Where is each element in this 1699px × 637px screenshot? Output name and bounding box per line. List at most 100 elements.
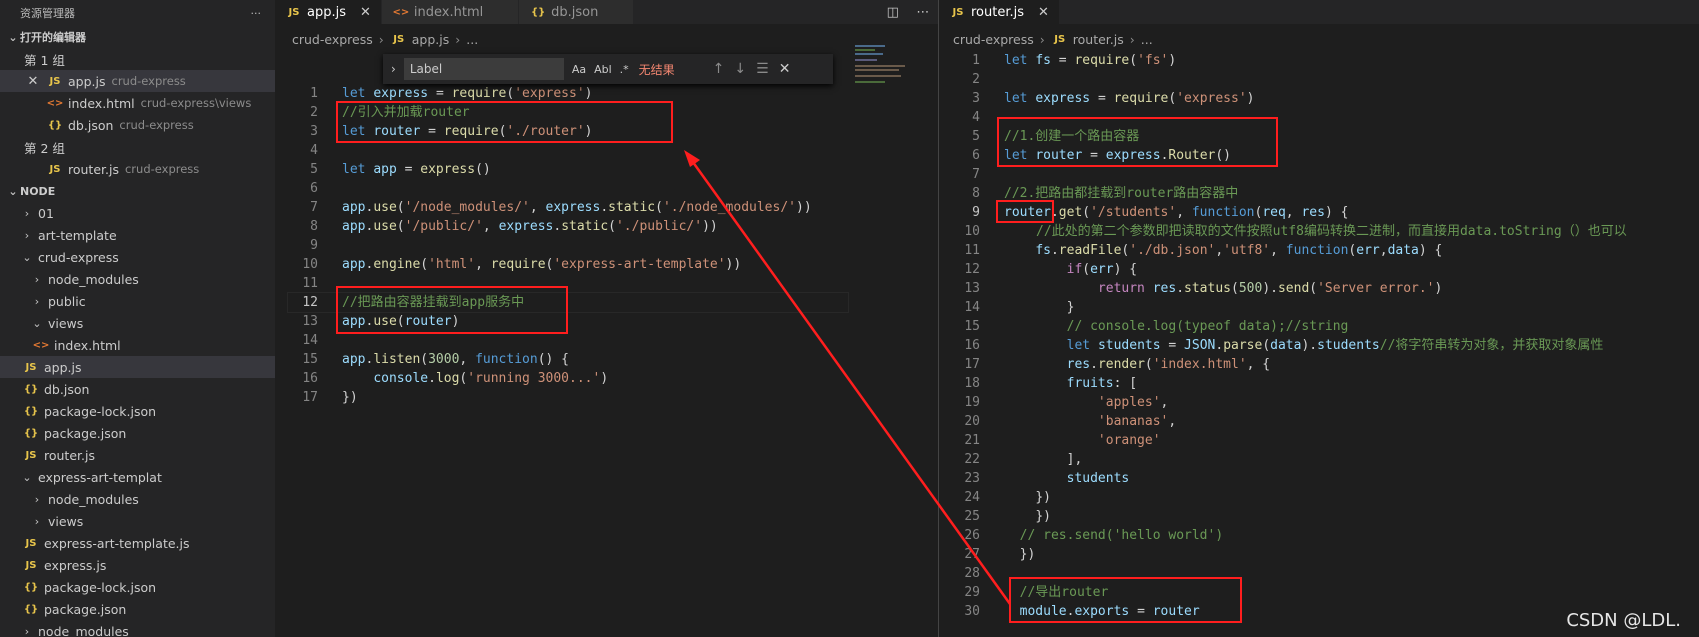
chevron-down-icon: ⌄ [8, 30, 18, 44]
breadcrumb-file[interactable]: app.js [412, 32, 450, 47]
json-file-icon: {} [23, 405, 39, 417]
code-line: 12 if(err) { [964, 262, 1138, 277]
tree-file-express-js[interactable]: JS express.js [0, 554, 275, 576]
tree-file-package-json[interactable]: {} package.json [0, 422, 275, 444]
tree-folder-public[interactable]: › public [0, 290, 275, 312]
more-actions-icon[interactable]: ⋯ [916, 5, 929, 20]
match-case-toggle[interactable]: Aa [572, 63, 586, 76]
tab-router-js[interactable]: JS router.js ✕ [939, 0, 1060, 24]
minimap[interactable] [855, 45, 925, 95]
tree-folder-01[interactable]: › 01 [0, 202, 275, 224]
chevron-down-icon: ⌄ [32, 316, 42, 330]
code-line: 17}) [302, 390, 358, 405]
open-editor-router-js[interactable]: JS router.js crud-express [0, 158, 275, 180]
node-section[interactable]: ⌄ NODE [0, 180, 275, 202]
code-line: 4 [310, 143, 318, 158]
tree-folder-views-2[interactable]: › views [0, 510, 275, 532]
find-widget: › Label Aa Abl .* 无结果 ↑ ↓ ☰ ✕ [383, 54, 833, 84]
code-line: 10 app.engine('html', require('express-ar… [302, 257, 742, 272]
arrow-up-icon[interactable]: ↑ [713, 61, 725, 77]
open-editor-app-js[interactable]: ✕ JS app.js crud-express [0, 70, 275, 92]
code-line: 11 fs.readFile('./db.json','utf8', funct… [964, 243, 1443, 258]
chevron-down-icon: ⌄ [8, 184, 18, 198]
breadcrumb-file[interactable]: router.js [1073, 32, 1124, 47]
code-line: 3 let express = require('express') [972, 91, 1255, 106]
chevron-right-icon: › [24, 206, 30, 220]
open-editor-index-html[interactable]: <> index.html crud-express\views [0, 92, 275, 114]
json-file-icon: {} [23, 581, 39, 593]
close-icon[interactable]: ✕ [1038, 5, 1049, 20]
code-line: 13 return res.status(500).send('Server e… [964, 281, 1443, 296]
chevron-right-icon: › [24, 228, 30, 242]
match-whole-word-toggle[interactable]: Abl [594, 63, 612, 76]
chevron-right-icon[interactable]: › [391, 62, 396, 76]
code-line: 20 'bananas', [964, 414, 1177, 429]
code-line: 2 [972, 72, 980, 87]
tab-index-html[interactable]: <> index.html ✕ [381, 0, 520, 24]
tab-app-js[interactable]: JS app.js ✕ [275, 0, 382, 24]
open-editors-section[interactable]: ⌄ 打开的编辑器 [0, 26, 275, 48]
tree-folder-node-modules-3[interactable]: › node_modules [0, 620, 275, 637]
breadcrumb-symbol[interactable]: ... [466, 32, 478, 47]
selection-filter-icon[interactable]: ☰ [756, 61, 769, 77]
tree-file-package-json-2[interactable]: {} package.json [0, 598, 275, 620]
explorer-title: 资源管理器 [20, 7, 75, 20]
code-line: 27 }) [964, 547, 1036, 562]
js-file-icon: JS [288, 6, 300, 18]
js-file-icon: JS [25, 449, 37, 461]
more-actions-icon[interactable]: ··· [251, 7, 262, 20]
html-file-icon: <> [32, 339, 50, 351]
annotation-box-create-router [997, 117, 1278, 167]
tree-file-db-json[interactable]: {} db.json [0, 378, 275, 400]
tree-folder-views[interactable]: ⌄ views [0, 312, 275, 334]
chevron-right-icon: › [1039, 31, 1045, 47]
tree-folder-node-modules[interactable]: › node_modules [0, 268, 275, 290]
tree-file-app-js[interactable]: JS app.js [0, 356, 275, 378]
open-editor-db-json[interactable]: {} db.json crud-express [0, 114, 275, 136]
split-editor-icon[interactable]: ◫ [887, 5, 899, 20]
find-no-results: 无结果 [638, 62, 675, 77]
code-line: 9 router.get('/students', function(req, r… [972, 205, 1349, 220]
tree-folder-art-template[interactable]: › art-template [0, 224, 275, 246]
find-input[interactable]: Label [403, 58, 564, 80]
tree-folder-express-art-templat[interactable]: ⌄ express-art-templat [0, 466, 275, 488]
tree-file-router-js[interactable]: JS router.js [0, 444, 275, 466]
close-icon[interactable]: ✕ [779, 61, 791, 77]
regex-toggle[interactable]: .* [620, 63, 629, 76]
code-line: 21 'orange' [964, 433, 1161, 448]
right-tab-bar: JS router.js ✕ [939, 0, 1699, 24]
chevron-right-icon: › [34, 492, 40, 506]
js-file-icon: JS [49, 75, 61, 87]
tree-folder-crud-express[interactable]: ⌄ crud-express [0, 246, 275, 268]
code-line: 5 let app = express() [310, 162, 491, 177]
tree-file-package-lock-json-2[interactable]: {} package-lock.json [0, 576, 275, 598]
json-file-icon: {} [23, 603, 39, 615]
left-breadcrumb: crud-express › JS app.js › ... [292, 28, 478, 50]
editor-group-1[interactable]: 第 1 组 [0, 48, 275, 70]
tree-file-package-lock-json[interactable]: {} package-lock.json [0, 400, 275, 422]
chevron-right-icon: › [24, 624, 30, 637]
tree-folder-node-modules-2[interactable]: › node_modules [0, 488, 275, 510]
editor-group-2[interactable]: 第 2 组 [0, 136, 275, 158]
json-file-icon: {} [47, 119, 63, 131]
code-line: 26 // res.send('hello world') [964, 528, 1224, 543]
chevron-down-icon: ⌄ [22, 470, 32, 484]
js-file-icon: JS [49, 163, 61, 175]
tree-file-express-art-template-js[interactable]: JS express-art-template.js [0, 532, 275, 554]
code-line: 15 app.listen(3000, function() { [302, 352, 570, 367]
code-line: 22 ], [964, 452, 1083, 467]
left-tab-bar: JS app.js ✕ <> index.html ✕ {} db.json ✕… [275, 0, 938, 24]
html-file-icon: <> [46, 97, 64, 109]
tab-db-json[interactable]: {} db.json ✕ [519, 0, 635, 24]
breadcrumb-symbol[interactable]: ... [1141, 32, 1153, 47]
arrow-down-icon[interactable]: ↓ [734, 61, 746, 77]
close-icon[interactable]: ✕ [360, 5, 371, 20]
editor-group-divider[interactable] [938, 0, 939, 637]
breadcrumb-folder[interactable]: crud-express [953, 32, 1034, 47]
breadcrumb-folder[interactable]: crud-express [292, 32, 373, 47]
tree-file-index-html[interactable]: <> index.html [0, 334, 275, 356]
close-icon[interactable]: ✕ [24, 74, 42, 89]
code-line: 8 app.use('/public/', express.static('./p… [310, 219, 718, 234]
code-line: 6 [310, 181, 318, 196]
js-file-icon: JS [25, 537, 37, 549]
